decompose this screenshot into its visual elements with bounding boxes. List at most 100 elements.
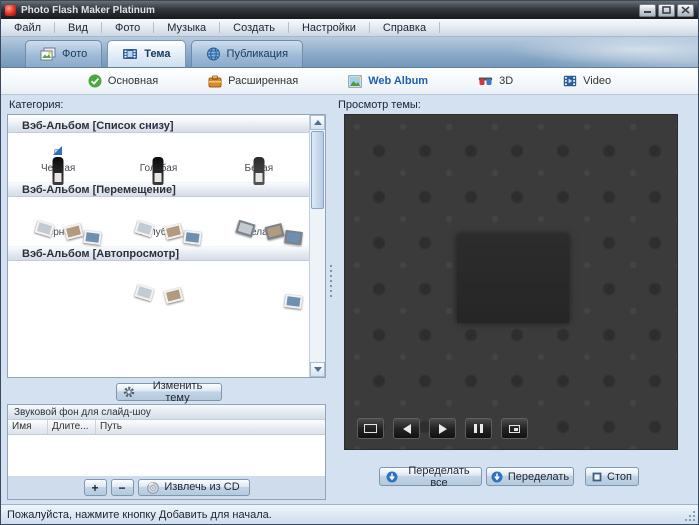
- rebuild-all-label: Переделать все: [403, 465, 475, 489]
- tab-label: Тема: [144, 48, 170, 60]
- pause-icon: [474, 424, 483, 433]
- advanced-icon: [208, 75, 222, 88]
- theme-group-header: Вэб-Альбом [Список снизу]: [8, 118, 309, 133]
- subtab-label: Video: [583, 75, 611, 87]
- maximize-button[interactable]: [658, 4, 675, 17]
- resize-icon: [509, 425, 520, 433]
- download-circle-icon: [491, 471, 503, 483]
- theme-row: Черная Голубая Белая: [8, 133, 309, 178]
- theme-row: [8, 261, 309, 292]
- theme-item-auto-1[interactable]: [8, 270, 108, 288]
- preview-photo-frame: [457, 234, 569, 323]
- menu-photo[interactable]: Фото: [102, 19, 153, 36]
- next-button[interactable]: [429, 418, 456, 439]
- stop-icon: [592, 472, 602, 482]
- subtab-video[interactable]: Video: [563, 75, 611, 87]
- previous-button[interactable]: [393, 418, 420, 439]
- previous-icon: [403, 424, 411, 434]
- change-theme-button[interactable]: Изменить тему: [116, 383, 222, 401]
- theme-item-black-move[interactable]: Черная: [8, 206, 108, 238]
- download-circle-icon: [386, 471, 398, 483]
- rebuild-all-button[interactable]: Переделать все: [379, 467, 482, 486]
- remove-track-button[interactable]: −: [111, 479, 134, 496]
- thumb-frame: [54, 213, 62, 219]
- resize-grip[interactable]: [684, 510, 695, 521]
- resize-button[interactable]: [501, 418, 528, 439]
- tab-strip: Фото Тема Публикация: [1, 37, 698, 68]
- theme-row: Черная Голубая Белая: [8, 197, 309, 242]
- column-header-name[interactable]: Имя: [8, 420, 48, 434]
- sound-panel-buttons: + − Извлечь из CD: [8, 476, 325, 499]
- pause-button[interactable]: [465, 418, 492, 439]
- theme-item-auto-3[interactable]: [209, 270, 309, 288]
- rebuild-label: Переделать: [508, 471, 569, 483]
- minimize-button[interactable]: [639, 4, 656, 17]
- theme-item-white-list[interactable]: Белая: [209, 142, 309, 174]
- subtab-advanced[interactable]: Расширенная: [208, 75, 298, 88]
- tabstrip-artwork: [488, 37, 698, 67]
- photo-stack-icon: [40, 47, 56, 61]
- app-window: Photo Flash Maker Platinum Файл Вид Фото…: [0, 0, 699, 525]
- theme-category-list: Вэб-Альбом [Список снизу] Черная Голубая: [7, 114, 326, 378]
- scrollbar-thumb[interactable]: [311, 131, 324, 209]
- fullscreen-button[interactable]: [357, 418, 384, 439]
- globe-icon: [206, 47, 221, 61]
- theme-item-blue-move[interactable]: Голубая: [108, 206, 208, 238]
- screen-icon: [364, 424, 377, 433]
- stop-button[interactable]: Стоп: [585, 467, 639, 486]
- subtab-3d[interactable]: 3D: [478, 75, 513, 87]
- status-bar: Пожалуйста, нажмите кнопку Добавить для …: [1, 504, 698, 524]
- sound-panel: Звуковой фон для слайд-шоу Имя Длите... …: [7, 404, 326, 500]
- window-title: Photo Flash Maker Platinum: [21, 5, 639, 16]
- filmstrip-icon: [122, 47, 138, 61]
- titlebar: Photo Flash Maker Platinum: [1, 1, 698, 19]
- panel-splitter[interactable]: [328, 95, 334, 504]
- selected-theme-highlight: [54, 149, 62, 155]
- tab-label: Публикация: [227, 48, 288, 60]
- thumb-frame: [255, 277, 263, 283]
- extract-cd-button[interactable]: Извлечь из CD: [138, 479, 250, 496]
- menu-separator: [439, 22, 440, 33]
- close-button[interactable]: [677, 4, 694, 17]
- menu-view[interactable]: Вид: [55, 19, 101, 36]
- tab-label: Фото: [62, 48, 87, 60]
- subtab-web-album[interactable]: Web Album: [348, 75, 428, 88]
- gear-icon: [123, 386, 135, 398]
- sound-panel-title: Звуковой фон для слайд-шоу: [8, 405, 325, 420]
- sound-track-list[interactable]: [8, 435, 325, 476]
- menu-create[interactable]: Создать: [220, 19, 288, 36]
- subtab-basic[interactable]: Основная: [88, 74, 158, 88]
- arrow-up-icon: [314, 120, 322, 125]
- scrollbar-up-button[interactable]: [310, 115, 325, 130]
- add-track-button[interactable]: +: [84, 479, 107, 496]
- theme-item-auto-2[interactable]: [108, 270, 208, 288]
- menu-help[interactable]: Справка: [370, 19, 439, 36]
- rebuild-button[interactable]: Переделать: [486, 467, 574, 486]
- thumb-frame: [255, 149, 263, 155]
- main-tabs: Фото Тема Публикация: [25, 40, 303, 67]
- check-circle-icon: [88, 74, 102, 88]
- column-header-path[interactable]: Путь: [96, 420, 325, 434]
- theme-item-blue-list[interactable]: Голубая: [108, 142, 208, 174]
- 3d-glasses-icon: [478, 75, 493, 87]
- theme-item-white-move[interactable]: Белая: [209, 206, 309, 238]
- status-text: Пожалуйста, нажмите кнопку Добавить для …: [7, 509, 272, 521]
- menu-music[interactable]: Музыка: [154, 19, 219, 36]
- thumb-frame: [54, 277, 62, 283]
- tab-publish[interactable]: Публикация: [191, 40, 303, 67]
- film-icon: [563, 75, 577, 87]
- menu-settings[interactable]: Настройки: [289, 19, 369, 36]
- subtab-label: Основная: [108, 75, 158, 87]
- change-theme-label: Изменить тему: [140, 380, 215, 404]
- thumb-frame: [154, 277, 162, 283]
- tab-photo[interactable]: Фото: [25, 40, 102, 67]
- theme-item-black-list[interactable]: Черная: [8, 142, 108, 174]
- subtab-label: Web Album: [368, 75, 428, 87]
- theme-group-header: Вэб-Альбом [Автопросмотр]: [8, 246, 309, 261]
- menu-file[interactable]: Файл: [1, 19, 54, 36]
- tab-theme[interactable]: Тема: [107, 40, 185, 67]
- menubar: Файл Вид Фото Музыка Создать Настройки С…: [1, 19, 698, 37]
- scrollbar-down-button[interactable]: [310, 362, 325, 377]
- cd-icon: [147, 482, 159, 494]
- column-header-duration[interactable]: Длите...: [48, 420, 96, 434]
